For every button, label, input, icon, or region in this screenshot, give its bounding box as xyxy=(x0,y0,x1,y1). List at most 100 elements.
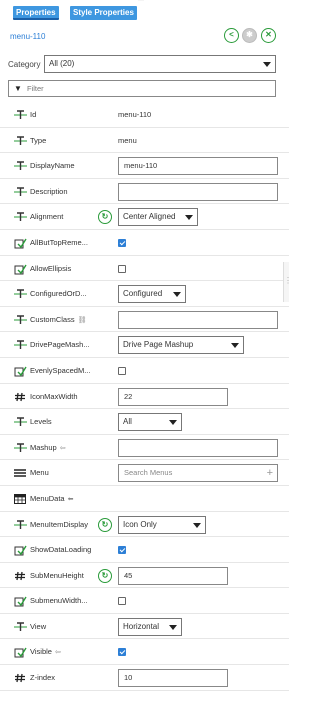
property-name: ConfiguredOrD... xyxy=(30,289,87,298)
property-name-text: Description xyxy=(30,186,68,196)
text-type-icon xyxy=(14,622,27,632)
text-type-icon xyxy=(14,315,27,325)
text-type-icon xyxy=(14,212,27,222)
checkbox-type-icon xyxy=(14,647,27,658)
property-text-input[interactable]: 10 xyxy=(118,669,228,688)
property-name-text: CustomClass xyxy=(30,314,75,324)
property-row-configuredord: ConfiguredOrD... Configured xyxy=(0,281,289,307)
property-row-evenlyspacedm: EvenlySpacedM... xyxy=(0,358,289,384)
property-select[interactable]: Center Aligned xyxy=(118,208,198,227)
property-name-text: SubmenuWidth... xyxy=(30,596,88,606)
property-select[interactable]: Drive Page Mashup xyxy=(118,336,244,355)
property-value: menu-110 xyxy=(118,110,152,119)
reset-icon[interactable]: ↻ xyxy=(98,517,112,532)
property-checkbox[interactable] xyxy=(118,264,126,273)
checkbox-type-icon xyxy=(14,596,27,607)
checkbox-type-icon xyxy=(14,264,27,275)
property-checkbox[interactable] xyxy=(118,546,126,555)
category-select[interactable]: All (20) xyxy=(44,55,276,73)
property-row-submenuwidth: SubmenuWidth... xyxy=(0,588,289,614)
tab-bar: ⋯ Properties Style Properties xyxy=(0,0,289,24)
category-label: Category xyxy=(8,60,41,69)
chevron-down-icon xyxy=(169,624,177,630)
property-name-text: SubMenuHeight xyxy=(30,570,84,580)
property-name: Menu xyxy=(30,468,49,477)
property-name: DrivePageMash... xyxy=(30,340,90,349)
property-name: ShowDataLoading xyxy=(30,545,91,554)
property-name-text: AllButTopReme... xyxy=(30,237,88,247)
number-type-icon xyxy=(14,673,27,683)
property-checkbox[interactable] xyxy=(118,238,126,247)
property-name-text: Z-index xyxy=(30,673,56,683)
property-row-id: Id menu-110 xyxy=(0,102,289,128)
property-text-input[interactable] xyxy=(118,438,278,457)
tab-properties[interactable]: Properties xyxy=(13,6,59,20)
property-checkbox[interactable] xyxy=(118,648,126,657)
property-name-text: Id xyxy=(30,110,37,119)
arrow-left-icon: ⬅ xyxy=(67,495,74,503)
property-name-text: Alignment xyxy=(30,212,64,222)
property-name-text: IconMaxWidth xyxy=(30,391,78,401)
close-icon[interactable]: ✕ xyxy=(261,28,276,43)
text-type-icon xyxy=(14,417,27,427)
tab-style-properties[interactable]: Style Properties xyxy=(70,6,137,20)
property-name-text: Type xyxy=(30,135,47,145)
property-row-menu: Menu Search Menus + xyxy=(0,460,289,486)
text-type-icon xyxy=(14,519,27,530)
property-text-input[interactable]: 22 xyxy=(118,387,228,406)
property-text-input[interactable]: 45 xyxy=(118,566,228,585)
text-type-icon xyxy=(14,340,27,350)
property-checkbox[interactable] xyxy=(118,366,126,375)
property-row-type: Type menu xyxy=(0,128,289,154)
text-type-icon xyxy=(14,135,27,146)
menu-search-input[interactable]: Search Menus + xyxy=(118,464,278,483)
text-type-icon xyxy=(14,110,27,120)
property-name: Description xyxy=(30,187,68,196)
property-name: Id xyxy=(30,110,36,119)
panel-resize-handle[interactable] xyxy=(283,262,292,302)
property-select-value: Horizontal xyxy=(123,621,160,631)
property-row-iconmaxwidth: IconMaxWidth 22 xyxy=(0,384,289,410)
property-select-value: Configured xyxy=(123,289,163,299)
property-name: CustomClass ⛓ xyxy=(30,315,86,324)
property-row-drivepagemash: DrivePageMash... Drive Page Mashup xyxy=(0,332,289,358)
share-icon[interactable]: < xyxy=(224,28,239,43)
property-checkbox[interactable] xyxy=(118,597,126,606)
property-text-input[interactable]: menu-110 xyxy=(118,157,278,176)
number-type-icon xyxy=(14,571,27,581)
property-select[interactable]: Configured xyxy=(118,285,186,304)
number-type-icon xyxy=(14,392,27,402)
property-name-text: MenuData xyxy=(30,493,65,503)
gear-icon[interactable]: ✱ xyxy=(242,28,257,43)
plus-icon[interactable]: + xyxy=(267,465,273,481)
property-name-text: View xyxy=(30,621,47,631)
property-row-menudata: MenuData ⬅ xyxy=(0,486,289,512)
property-select[interactable]: Horizontal xyxy=(118,617,182,636)
property-name-text: Levels xyxy=(30,417,52,427)
chevron-down-icon xyxy=(231,343,239,349)
property-name-text: ConfiguredOrD... xyxy=(30,289,87,299)
property-name: MenuItemDisplay xyxy=(30,520,88,529)
property-name: Visible ⇦ xyxy=(30,647,61,656)
arrow-in-icon: ⇦ xyxy=(59,444,66,452)
filter-placeholder: Filter xyxy=(27,84,44,93)
checkbox-type-icon xyxy=(14,238,27,249)
drag-grip-icon[interactable]: ⋯ xyxy=(136,0,146,4)
property-name: EvenlySpacedM... xyxy=(30,366,90,375)
filter-input[interactable]: ▼ Filter xyxy=(8,80,276,97)
reset-icon[interactable]: ↻ xyxy=(98,210,112,225)
property-name: Levels xyxy=(30,417,52,426)
menu-search-placeholder: Search Menus xyxy=(124,468,173,478)
link-icon: ⛓ xyxy=(77,316,87,324)
list-type-icon xyxy=(14,468,27,478)
text-type-icon xyxy=(14,443,27,453)
property-text-input[interactable] xyxy=(118,310,278,329)
property-text-input[interactable] xyxy=(118,182,278,201)
chevron-down-icon xyxy=(263,62,271,67)
property-select[interactable]: All xyxy=(118,413,182,432)
property-select[interactable]: Icon Only xyxy=(118,515,206,534)
property-name-text: Menu xyxy=(30,468,49,478)
property-value: menu xyxy=(118,135,137,145)
property-row-submenuheight: SubMenuHeight ↻ 45 xyxy=(0,563,289,589)
reset-icon[interactable]: ↻ xyxy=(98,568,112,583)
